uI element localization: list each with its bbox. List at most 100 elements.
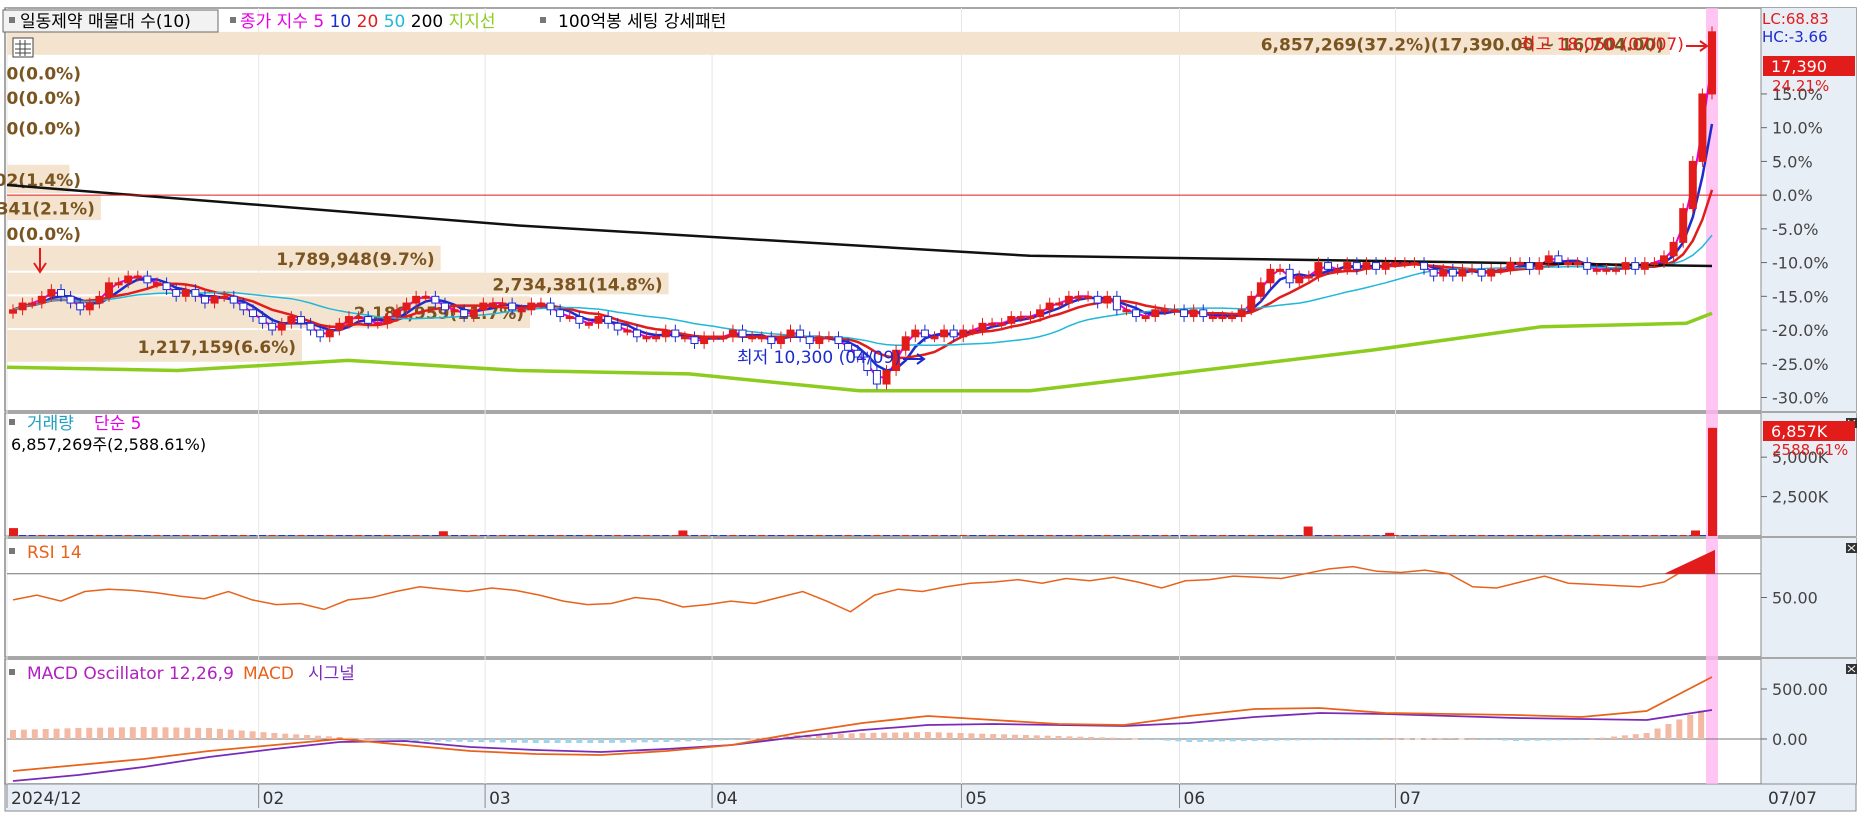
candle-body <box>613 322 622 331</box>
candle-body <box>1400 262 1409 266</box>
volume-bar <box>1660 535 1668 536</box>
ma-period-label: 5 <box>313 12 329 32</box>
macd-oscillator-bar <box>1545 739 1552 741</box>
candle-body <box>229 295 238 304</box>
candle-body <box>373 322 382 326</box>
candle-body <box>1295 275 1304 284</box>
macd-oscillator-bar <box>347 737 354 739</box>
macd-oscillator-bar <box>1610 736 1617 739</box>
volume-bar <box>633 535 641 536</box>
volume-bar <box>1046 535 1054 536</box>
volume-bar <box>1122 535 1130 536</box>
candle-body <box>335 322 344 331</box>
price-tick-label: -30.0% <box>1772 389 1829 408</box>
candle-body <box>700 336 709 345</box>
candle-body <box>1314 262 1323 277</box>
close-icon[interactable] <box>1846 664 1857 674</box>
candle-body <box>1247 295 1256 311</box>
candle-body <box>767 336 776 345</box>
volume-bar <box>1554 535 1562 536</box>
candle-body <box>776 336 785 345</box>
macd-oscillator-bar <box>271 733 278 739</box>
macd-oscillator-bar <box>935 732 942 739</box>
candle-body <box>1525 262 1534 270</box>
x-tick-label: 02 <box>263 789 285 809</box>
macd-oscillator-bar <box>1654 728 1661 739</box>
macd-oscillator-bar <box>870 732 877 739</box>
candle-body <box>268 322 277 331</box>
candle-body <box>738 329 747 338</box>
macd-oscillator-bar <box>75 728 82 739</box>
x-tick-label: 2024/12 <box>11 789 82 809</box>
volume-bar <box>307 535 315 536</box>
candle-body <box>488 302 497 306</box>
volume-bar <box>1535 535 1543 536</box>
candle-body <box>1477 268 1486 277</box>
candle-body <box>248 309 257 318</box>
candle-body <box>748 336 757 340</box>
low-label: 최저 10,300 (04/09) <box>737 348 901 368</box>
candle-body <box>1352 262 1361 270</box>
macd-oscillator-bar <box>1469 739 1476 740</box>
volume-bar <box>1065 535 1073 536</box>
macd-oscillator-bar <box>20 729 27 739</box>
candle-body <box>1285 268 1294 284</box>
macd-oscillator-bar <box>1404 738 1411 740</box>
volume-bar <box>748 535 756 536</box>
candle-body <box>498 302 507 306</box>
candle-body <box>901 336 910 351</box>
volume-bar <box>1286 535 1294 536</box>
candle-body <box>479 302 488 311</box>
volume-bar <box>1074 535 1082 536</box>
macd-oscillator-bar <box>1600 737 1607 739</box>
grid-toggle-icon[interactable] <box>12 37 34 58</box>
candle-body <box>1439 268 1448 277</box>
macd-tick-label: 500.00 <box>1772 680 1828 699</box>
candle-body <box>431 295 440 304</box>
candle-body <box>191 289 200 297</box>
macd-oscillator-bar <box>707 739 714 741</box>
macd-oscillator-bar <box>521 739 528 743</box>
candle-body <box>1506 262 1515 270</box>
macd-oscillator-bar <box>1393 738 1400 740</box>
volume-bar <box>959 535 967 536</box>
macd-oscillator-bar <box>195 727 202 739</box>
volume-bar <box>230 535 238 536</box>
macd-oscillator-bar <box>293 734 300 739</box>
menu-square-icon <box>540 17 546 23</box>
ma-legend-label: 종가 지수 <box>240 12 313 32</box>
candle-body <box>133 275 142 279</box>
volume-bar <box>163 535 171 536</box>
candle-body <box>1372 262 1381 270</box>
candle-body <box>66 295 75 304</box>
candle-body <box>200 295 209 304</box>
macd-oscillator-bar <box>1338 739 1345 740</box>
close-icon[interactable] <box>1846 543 1857 553</box>
volume-current-change: 2588.61% <box>1772 441 1848 459</box>
candle-body <box>1160 309 1169 313</box>
candle-body <box>575 316 584 324</box>
candle-body <box>911 329 920 338</box>
macd-oscillator-bar <box>1632 734 1639 739</box>
macd-oscillator-bar <box>1382 739 1389 740</box>
macd-oscillator-bar <box>304 735 311 739</box>
volume-bar <box>57 535 65 536</box>
volume-bar <box>815 535 823 536</box>
volume-bar <box>297 535 305 536</box>
volume-bar <box>940 535 948 536</box>
candle-body <box>85 302 94 311</box>
x-tick-label: 03 <box>489 789 511 809</box>
macd-oscillator-bar <box>990 734 997 739</box>
volume-bar <box>1362 535 1370 536</box>
x-current-date: 07/07 <box>1768 789 1817 809</box>
macd-oscillator-bar <box>717 739 724 741</box>
volume-bar <box>67 535 75 536</box>
macd-oscillator-bar <box>1523 739 1530 741</box>
candle-body <box>1650 262 1659 266</box>
candle-body <box>1151 309 1160 318</box>
macd-oscillator-bar <box>1284 739 1291 741</box>
macd-oscillator-bar <box>129 727 136 739</box>
candle-body <box>1458 268 1467 277</box>
candle-body <box>1208 316 1217 320</box>
macd-title: MACD Oscillator 12,26,9 <box>27 664 234 684</box>
